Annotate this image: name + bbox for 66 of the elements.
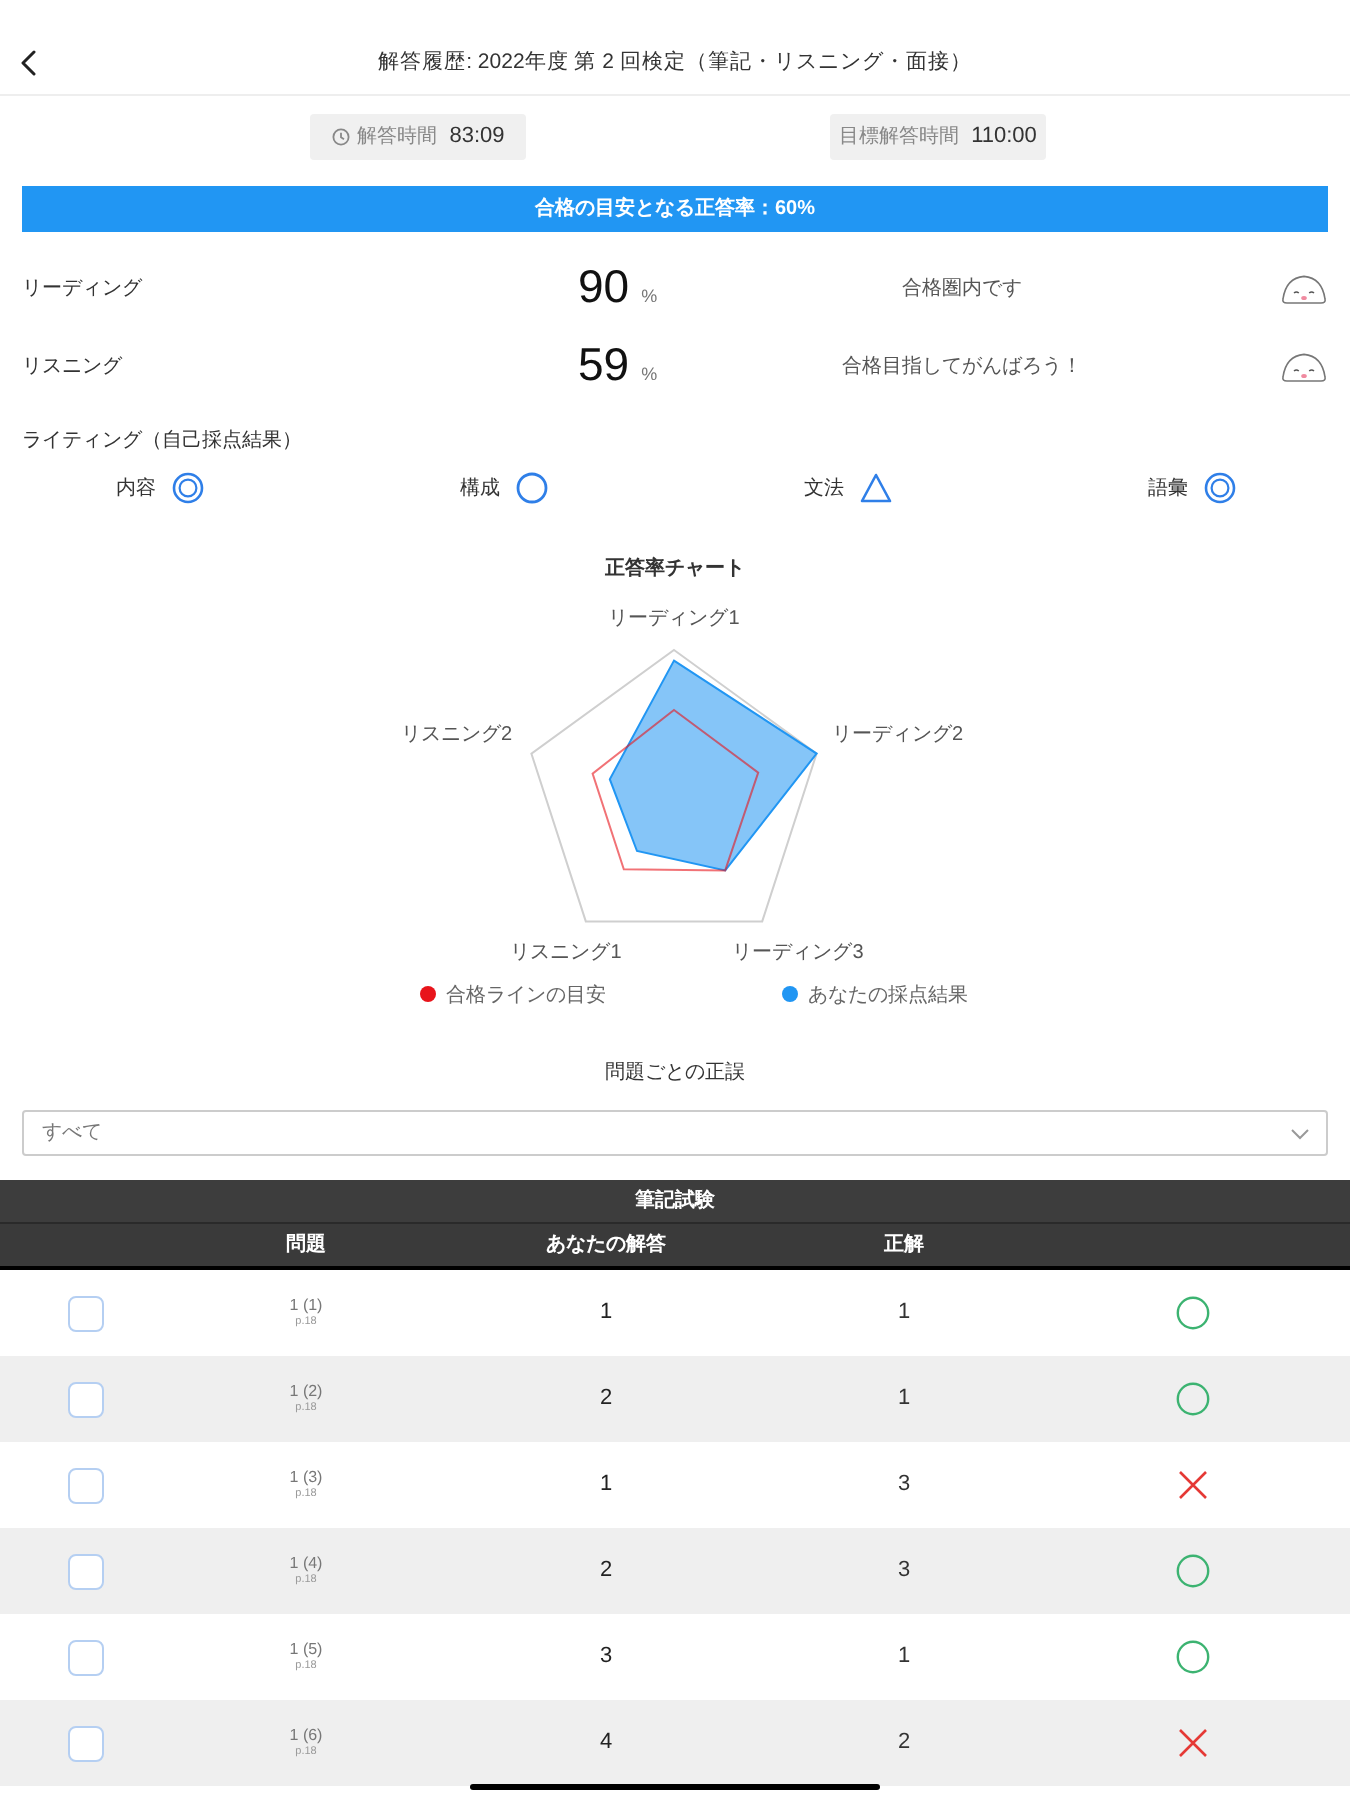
score-message: 合格目指してがんばろう！ (840, 353, 1084, 381)
column-header: 正解 (884, 1231, 924, 1260)
time-label: 解答時間 (357, 123, 438, 152)
axis-label: リーディング1 (608, 608, 740, 630)
correct-answer: 2 (897, 1728, 911, 1759)
correct-answer: 1 (897, 1384, 911, 1415)
chart-title: 正答率チャート (603, 558, 747, 582)
column-header: 問題 (286, 1231, 326, 1260)
filter-dropdown[interactable]: すべて (22, 1110, 1328, 1156)
table-title: 筆記試験 (0, 1180, 1350, 1222)
score-value: 59 (578, 342, 630, 389)
question-number: 1 (3) (289, 1468, 323, 1488)
question-number: 1 (5) (289, 1640, 323, 1660)
axis-label: リスニング2 (400, 724, 512, 746)
score-value: 90 (578, 264, 630, 311)
triangle-icon (860, 472, 892, 504)
mascot-face-icon (1280, 271, 1328, 305)
clock-icon (331, 128, 350, 146)
checkbox[interactable] (68, 1381, 104, 1417)
score-unit: % (641, 284, 658, 311)
checkbox[interactable] (68, 1725, 104, 1761)
correct-answer: 1 (897, 1298, 911, 1329)
section-title: 問題ごとの正誤 (603, 1062, 747, 1086)
correct-answer: 1 (897, 1642, 911, 1673)
back-icon[interactable] (20, 49, 36, 75)
question-number: 1 (4) (289, 1554, 323, 1574)
correct-answer: 3 (897, 1556, 911, 1587)
your-answer: 3 (599, 1642, 613, 1673)
axis-label: リーディング2 (832, 724, 964, 746)
checkbox[interactable] (68, 1467, 104, 1503)
double-circle-icon (172, 472, 204, 504)
checkbox[interactable] (68, 1295, 104, 1331)
time-value: 110:00 (971, 122, 1037, 153)
score-message: 合格圏内です (900, 275, 1024, 303)
grade-label: 内容 (116, 475, 156, 503)
score-label: リスニング (22, 353, 124, 381)
score-unit: % (641, 362, 658, 389)
grade-label: 文法 (804, 475, 844, 503)
your-answer: 1 (599, 1298, 613, 1329)
axis-label: リーディング3 (732, 942, 864, 964)
your-answer: 2 (599, 1384, 613, 1415)
score-label: リーディング (22, 275, 144, 303)
pass-rate-banner: 合格の目安となる正答率：60% (22, 186, 1328, 232)
question-number: 1 (6) (289, 1726, 323, 1746)
page-title: 解答履歴: 2022年度 第 2 回検定（筆記・リスニング・面接） (376, 48, 974, 78)
your-answer: 2 (599, 1556, 613, 1587)
checkbox[interactable] (68, 1639, 104, 1675)
circle-icon (516, 472, 548, 504)
legend-label: 合格ラインの目安 (446, 985, 606, 1007)
time-value: 83:09 (449, 122, 505, 153)
time-label: 目標解答時間 (839, 123, 960, 152)
legend-label: あなたの採点結果 (808, 985, 968, 1007)
your-answer: 4 (599, 1728, 613, 1759)
double-circle-icon (1204, 472, 1236, 504)
correct-answer: 3 (897, 1470, 911, 1501)
question-number: 1 (2) (289, 1382, 323, 1402)
writing-title: ライティング（自己採点結果） (20, 428, 304, 456)
your-answer: 1 (599, 1470, 613, 1501)
grade-label: 語彙 (1148, 475, 1188, 503)
chevron-down-icon (1290, 1127, 1310, 1139)
mascot-face-icon (1280, 349, 1328, 383)
axis-label: リスニング1 (510, 942, 622, 964)
grade-label: 構成 (460, 475, 500, 503)
column-header: あなたの解答 (546, 1231, 666, 1260)
checkbox[interactable] (68, 1553, 104, 1589)
question-number: 1 (1) (289, 1296, 323, 1316)
